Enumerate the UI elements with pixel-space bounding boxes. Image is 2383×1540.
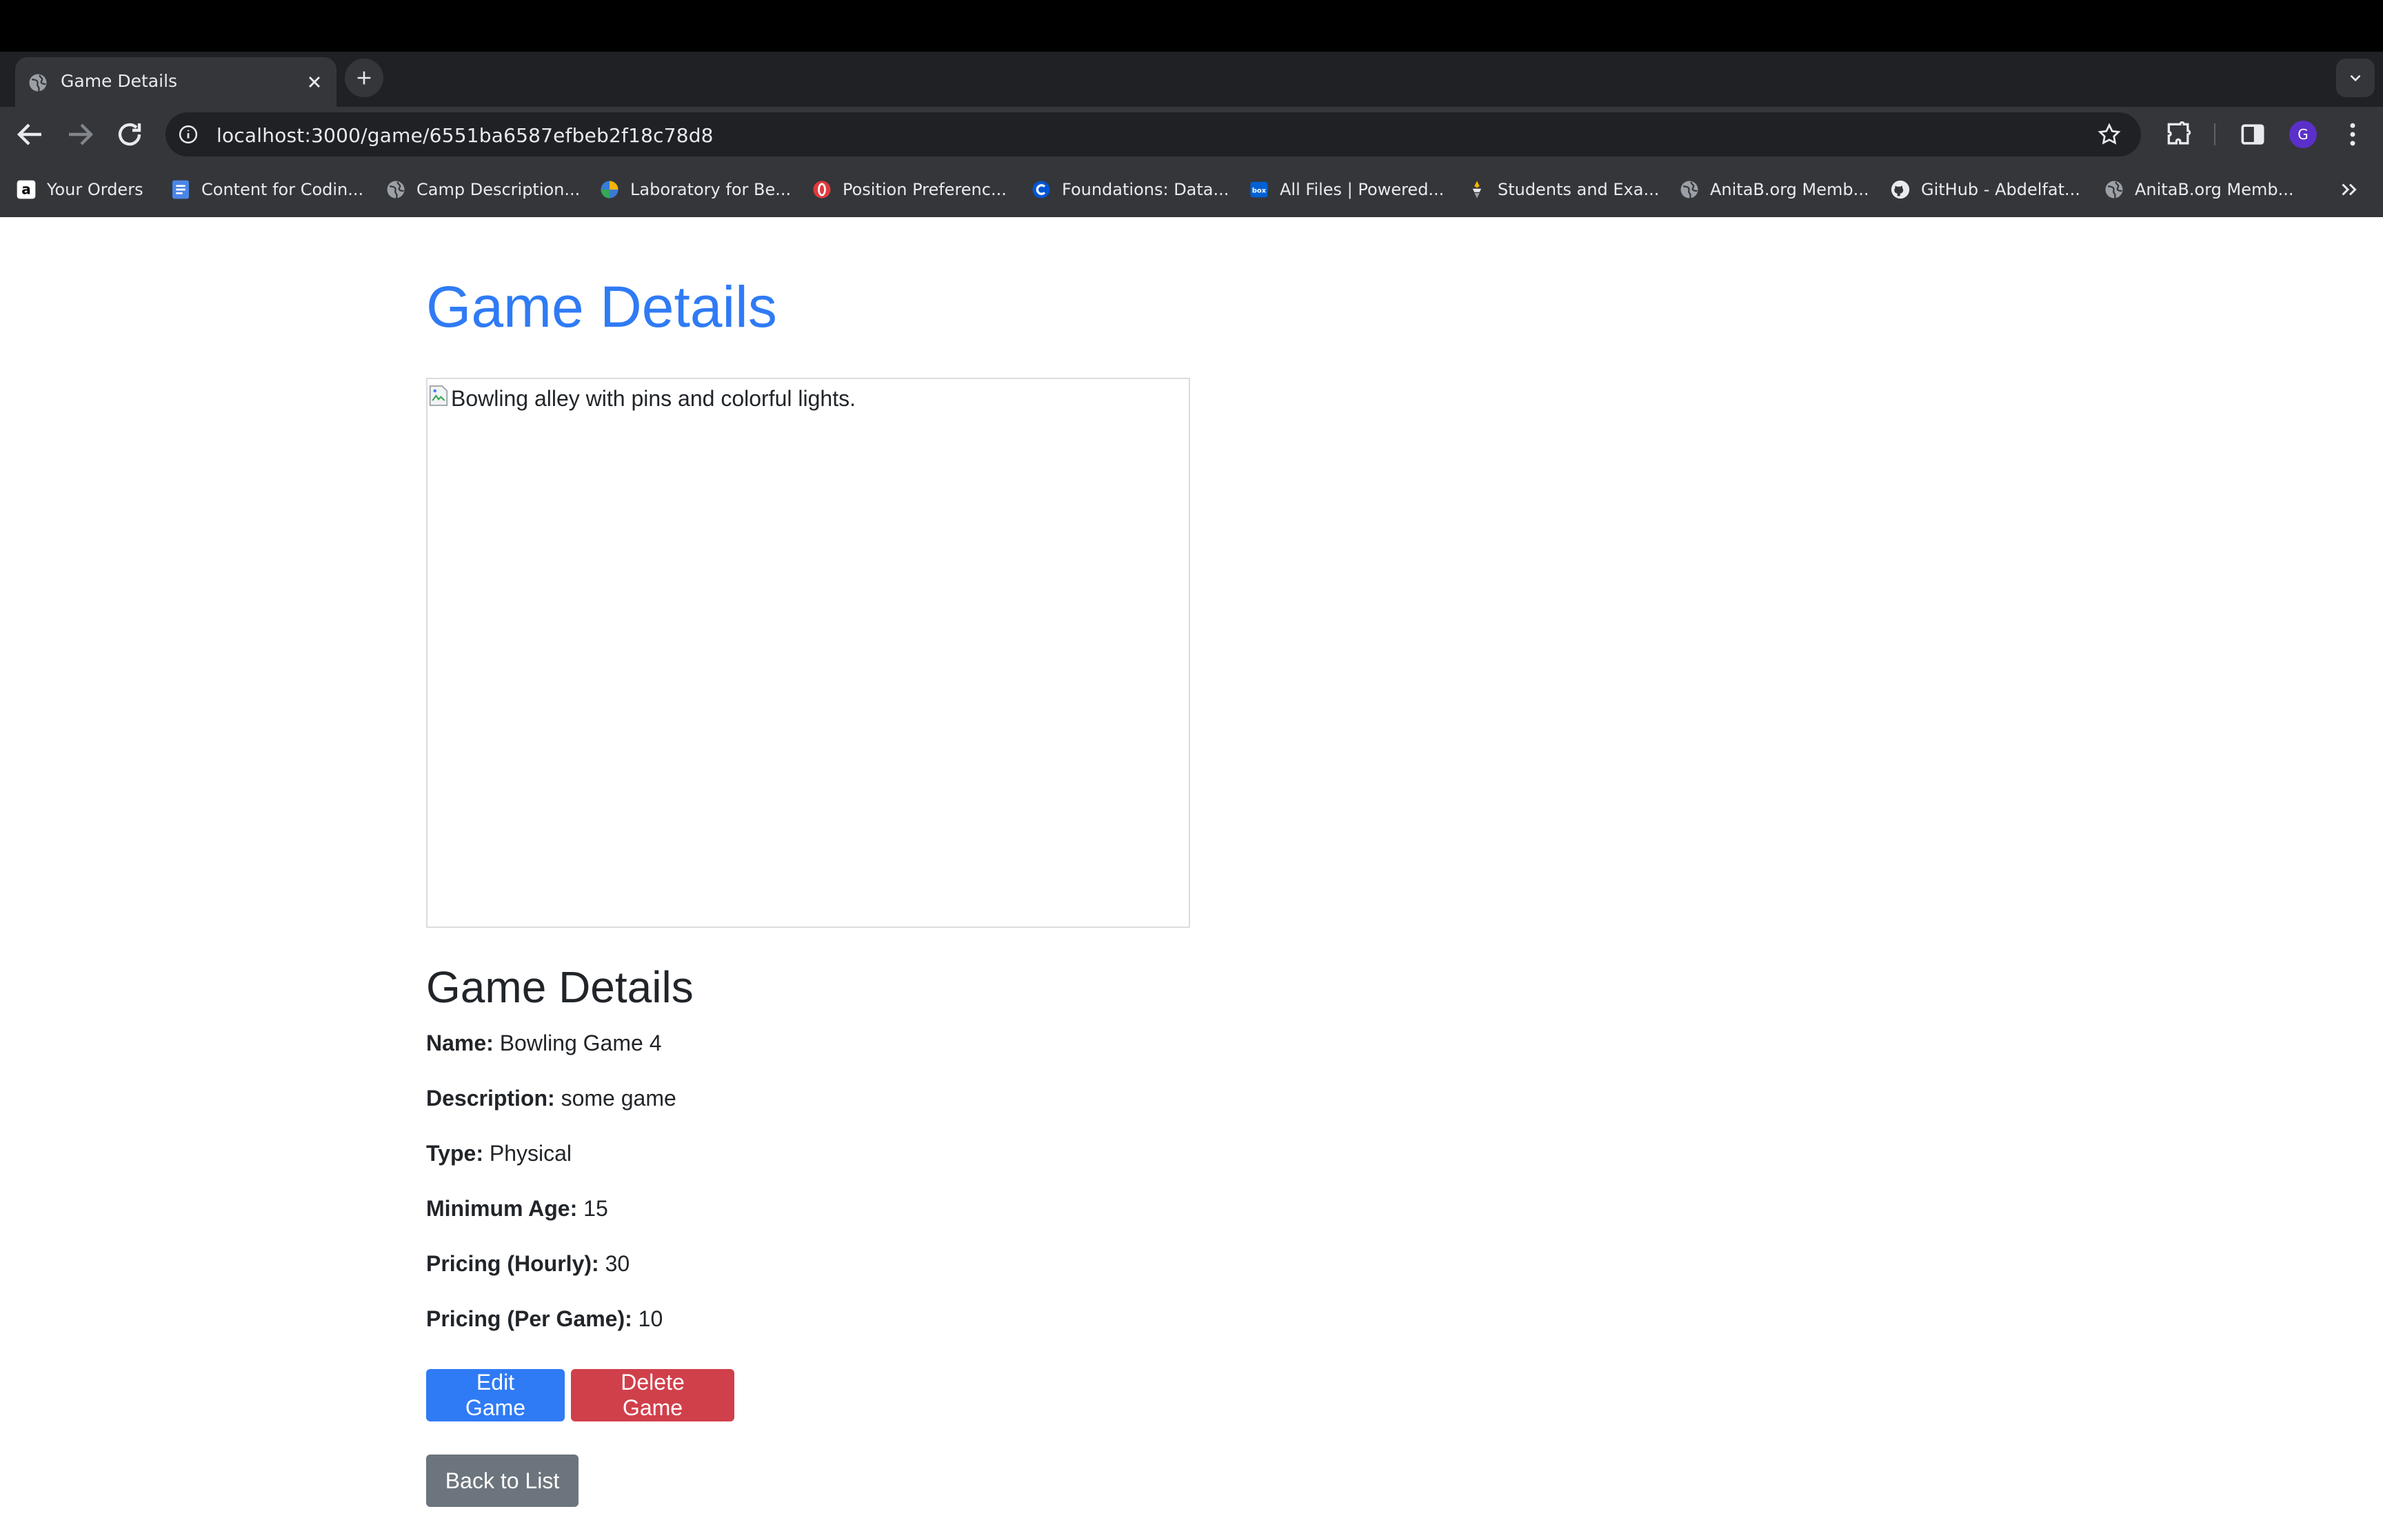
docs-icon xyxy=(170,179,192,201)
github-icon xyxy=(1889,179,1911,201)
detail-type: Type: Physical xyxy=(426,1141,572,1166)
detail-label: Pricing (Per Game): xyxy=(426,1306,632,1331)
game-image: Bowling alley with pins and colorful lig… xyxy=(426,378,1190,928)
detail-value: 30 xyxy=(605,1251,630,1276)
more-menu-icon[interactable] xyxy=(2337,119,2368,150)
address-bar[interactable]: localhost:3000/game/6551ba6587efbeb2f18c… xyxy=(165,112,2141,156)
detail-value: Bowling Game 4 xyxy=(499,1031,662,1055)
bookmark-foundations-data[interactable]: Foundations: Data... xyxy=(1030,177,1229,202)
detail-pricing-hourly: Pricing (Hourly): 30 xyxy=(426,1251,630,1277)
browser-toolbar: localhost:3000/game/6551ba6587efbeb2f18c… xyxy=(0,107,2383,162)
bookmark-label: AnitaB.org Memb... xyxy=(2135,180,2294,199)
delete-game-button[interactable]: Delete Game xyxy=(571,1369,734,1421)
bookmark-label: Content for Codin... xyxy=(201,180,364,199)
section-heading: Game Details xyxy=(426,962,694,1012)
amazon-icon: a xyxy=(15,179,37,201)
reload-icon[interactable] xyxy=(113,118,146,151)
chevron-double-right-icon[interactable] xyxy=(2337,176,2362,203)
detail-label: Description: xyxy=(426,1086,555,1111)
bookmark-label: Foundations: Data... xyxy=(1062,180,1229,199)
detail-description: Description: some game xyxy=(426,1086,676,1111)
bookmark-label: Camp Description... xyxy=(416,180,581,199)
broken-image-icon xyxy=(429,385,448,406)
forward-arrow-icon[interactable] xyxy=(63,118,97,151)
bookmark-label: Position Preferenc... xyxy=(843,180,1007,199)
svg-text:box: box xyxy=(1252,187,1267,194)
bookmark-camp-description[interactable]: Camp Description... xyxy=(385,177,580,202)
bookmark-label: GitHub - Abdelfat... xyxy=(1921,180,2080,199)
active-tab[interactable]: Game Details xyxy=(15,57,336,107)
extensions-icon[interactable] xyxy=(2164,119,2194,150)
url-text[interactable]: localhost:3000/game/6551ba6587efbeb2f18c… xyxy=(217,124,714,147)
chevron-down-icon xyxy=(2350,74,2361,82)
bookmark-laboratory[interactable]: Laboratory for Be... xyxy=(599,177,791,202)
bookmarks-bar: a Your Orders Content for Codin... Camp … xyxy=(0,162,2383,217)
detail-value: 10 xyxy=(638,1306,663,1331)
bookmark-your-orders[interactable]: a Your Orders xyxy=(15,177,143,202)
detail-label: Type: xyxy=(426,1141,483,1166)
bookmark-anitab-membership-2[interactable]: AnitaB.org Memb... xyxy=(2103,177,2293,202)
bookmark-label: AnitaB.org Memb... xyxy=(1710,180,1869,199)
opera-icon xyxy=(811,179,833,201)
detail-value: some game xyxy=(561,1086,676,1111)
back-arrow-icon[interactable] xyxy=(14,118,47,151)
toolbar-divider xyxy=(2214,123,2215,145)
detail-label: Name: xyxy=(426,1031,494,1055)
tab-strip: Game Details xyxy=(0,52,2383,107)
tab-title: Game Details xyxy=(61,71,178,91)
plus-icon xyxy=(357,71,371,85)
globe-icon xyxy=(2103,179,2125,201)
bookmark-students-and-exams[interactable]: Students and Exa... xyxy=(1466,177,1659,202)
bookmark-label: Your Orders xyxy=(47,180,143,199)
box-icon: box xyxy=(1248,179,1270,201)
site-info-icon[interactable] xyxy=(178,124,199,145)
image-alt-text: Bowling alley with pins and colorful lig… xyxy=(451,386,856,411)
globe-icon xyxy=(1678,179,1700,201)
detail-value: 15 xyxy=(583,1196,608,1221)
svg-text:a: a xyxy=(21,181,31,198)
bookmark-label: All Files | Powered... xyxy=(1280,180,1445,199)
students-icon xyxy=(1466,179,1488,201)
globe-icon xyxy=(29,74,47,92)
detail-pricing-per-game: Pricing (Per Game): 10 xyxy=(426,1306,663,1332)
bookmark-content-for-coding[interactable]: Content for Codin... xyxy=(170,177,363,202)
tab-search-button[interactable] xyxy=(2336,59,2375,97)
side-panel-icon[interactable] xyxy=(2238,119,2268,150)
bookmark-all-files[interactable]: box All Files | Powered... xyxy=(1248,177,1444,202)
page-title: Game Details xyxy=(426,274,777,339)
edit-game-button[interactable]: Edit Game xyxy=(426,1369,565,1421)
coursera-icon xyxy=(1030,179,1052,201)
close-tab-icon[interactable] xyxy=(305,72,324,92)
bookmark-github[interactable]: GitHub - Abdelfat... xyxy=(1889,177,2080,202)
new-tab-button[interactable] xyxy=(345,59,383,97)
profile-avatar[interactable]: G xyxy=(2289,121,2317,148)
bookmark-anitab-membership-1[interactable]: AnitaB.org Memb... xyxy=(1678,177,1869,202)
detail-label: Minimum Age: xyxy=(426,1196,578,1221)
back-to-list-button[interactable]: Back to List xyxy=(426,1455,579,1507)
bookmark-position-preference[interactable]: Position Preferenc... xyxy=(811,177,1007,202)
globe-icon xyxy=(385,179,407,201)
detail-value: Physical xyxy=(489,1141,572,1166)
bookmark-star-icon[interactable] xyxy=(2097,122,2122,147)
lab-icon xyxy=(599,179,621,201)
detail-name: Name: Bowling Game 4 xyxy=(426,1031,661,1056)
detail-minimum-age: Minimum Age: 15 xyxy=(426,1196,608,1222)
screen-top-bar xyxy=(0,0,2383,52)
bookmark-label: Students and Exa... xyxy=(1498,180,1660,199)
bookmark-label: Laboratory for Be... xyxy=(630,180,792,199)
detail-label: Pricing (Hourly): xyxy=(426,1251,599,1276)
